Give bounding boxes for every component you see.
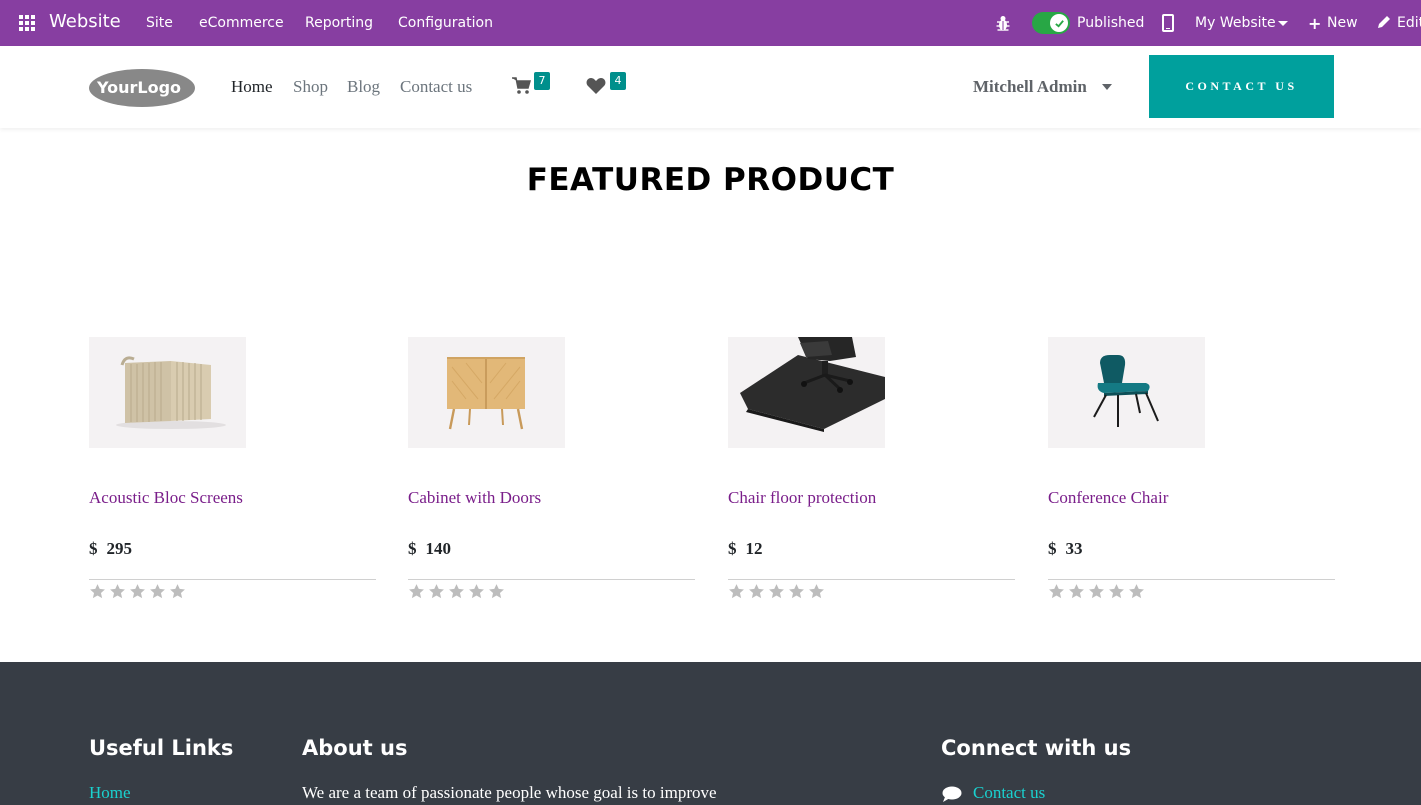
divider (408, 579, 695, 580)
product-price: $12 (728, 539, 763, 558)
product-card: Conference Chair $33 (1048, 337, 1335, 599)
plus-icon[interactable]: + (1308, 14, 1321, 33)
logo-text: YourLogo (96, 78, 181, 97)
user-menu[interactable]: Mitchell Admin (973, 77, 1087, 97)
new-button[interactable]: New (1327, 15, 1358, 31)
product-name[interactable]: Chair floor protection (728, 488, 876, 508)
admin-bar: Website Site eCommerce Reporting Configu… (0, 0, 1421, 46)
star-icon (1129, 584, 1144, 599)
site-logo[interactable]: YourLogo (88, 68, 196, 108)
star-icon (110, 584, 125, 599)
star-icon (150, 584, 165, 599)
star-icon (1069, 584, 1084, 599)
star-icon (449, 584, 464, 599)
nav-shop[interactable]: Shop (293, 77, 328, 97)
divider (728, 579, 1015, 580)
star-rating (89, 583, 186, 600)
product-image-chair-mat[interactable] (728, 337, 885, 448)
contact-us-button[interactable]: CONTACT US (1149, 55, 1334, 118)
menu-site[interactable]: Site (146, 15, 173, 31)
star-icon (1049, 584, 1064, 599)
site-footer: Useful Links Home About us We are a team… (0, 662, 1421, 805)
star-icon (789, 584, 804, 599)
menu-reporting[interactable]: Reporting (305, 15, 373, 31)
chevron-down-icon (1278, 21, 1288, 26)
product-image-conference-chair[interactable] (1048, 337, 1205, 448)
product-price: $33 (1048, 539, 1083, 558)
star-icon (769, 584, 784, 599)
nav-home[interactable]: Home (231, 77, 273, 97)
about-text: We are a team of passionate people whose… (302, 783, 717, 802)
section-title: FEATURED PRODUCT (526, 162, 895, 198)
menu-ecommerce[interactable]: eCommerce (199, 15, 284, 31)
comment-icon (942, 786, 962, 802)
star-icon (729, 584, 744, 599)
product-card: Acoustic Bloc Screens $295 (89, 337, 376, 599)
check-icon (1050, 14, 1068, 32)
bug-icon[interactable] (996, 14, 1010, 32)
star-icon (749, 584, 764, 599)
product-name[interactable]: Acoustic Bloc Screens (89, 488, 243, 508)
mobile-preview-icon[interactable] (1162, 14, 1174, 32)
star-icon (130, 584, 145, 599)
footer-heading-about: About us (302, 736, 408, 760)
website-selector[interactable]: My Website (1195, 15, 1276, 31)
star-icon (1089, 584, 1104, 599)
menu-configuration[interactable]: Configuration (398, 15, 493, 31)
star-icon (1109, 584, 1124, 599)
nav-contact-us[interactable]: Contact us (400, 77, 472, 97)
star-rating (408, 583, 505, 600)
product-image-acoustic-screen[interactable] (89, 337, 246, 448)
heart-icon[interactable] (586, 77, 606, 95)
star-icon (170, 584, 185, 599)
product-card: Chair floor protection $12 (728, 337, 1015, 599)
pencil-icon[interactable] (1377, 15, 1391, 29)
star-rating (728, 583, 825, 600)
nav-blog[interactable]: Blog (347, 77, 380, 97)
star-icon (429, 584, 444, 599)
chevron-down-icon (1102, 84, 1112, 90)
product-name[interactable]: Conference Chair (1048, 488, 1168, 508)
footer-heading-connect: Connect with us (941, 736, 1132, 760)
site-header: YourLogo Home Shop Blog Contact us 7 4 M… (0, 46, 1421, 128)
product-image-cabinet[interactable] (408, 337, 565, 448)
star-icon (409, 584, 424, 599)
star-rating (1048, 583, 1145, 600)
published-toggle[interactable] (1032, 12, 1070, 34)
wishlist-count-badge: 4 (610, 72, 626, 90)
star-icon (469, 584, 484, 599)
footer-heading-useful-links: Useful Links (89, 736, 234, 760)
divider (89, 579, 376, 580)
published-label[interactable]: Published (1077, 15, 1144, 31)
apps-grid-icon[interactable] (19, 15, 35, 31)
divider (1048, 579, 1335, 580)
product-card: Cabinet with Doors $140 (408, 337, 695, 599)
star-icon (809, 584, 824, 599)
footer-link-home[interactable]: Home (89, 783, 131, 803)
edit-button[interactable]: Edit (1397, 15, 1421, 31)
cart-icon[interactable] (512, 77, 532, 95)
product-price: $295 (89, 539, 132, 558)
cart-count-badge: 7 (534, 72, 550, 90)
footer-link-contact-us[interactable]: Contact us (973, 783, 1045, 803)
product-name[interactable]: Cabinet with Doors (408, 488, 541, 508)
star-icon (90, 584, 105, 599)
star-icon (489, 584, 504, 599)
product-price: $140 (408, 539, 451, 558)
app-title[interactable]: Website (49, 11, 121, 32)
